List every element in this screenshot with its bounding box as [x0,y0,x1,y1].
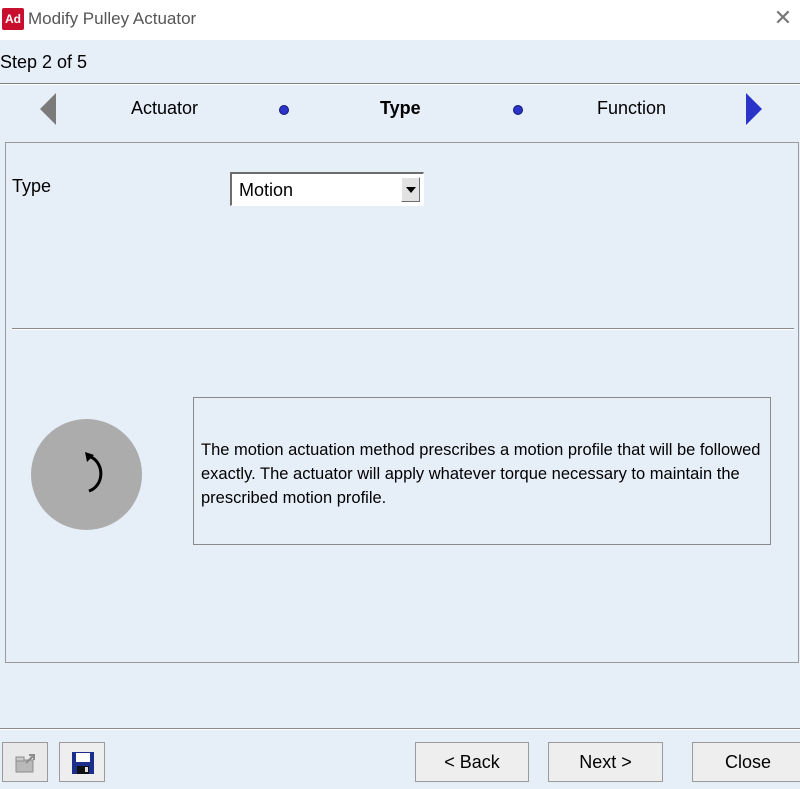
next-step-arrow-icon[interactable] [746,93,762,125]
title-bar: Ad Modify Pulley Actuator ✕ [0,0,800,40]
window-title: Modify Pulley Actuator [28,9,197,28]
export-button[interactable] [2,742,48,782]
description-text: The motion actuation method prescribes a… [201,441,761,507]
save-icon [72,752,94,774]
type-dropdown-value: Motion [239,180,294,200]
description-box: The motion actuation method prescribes a… [193,397,771,545]
divider [0,83,800,85]
type-label: Type [12,176,52,196]
section-divider [12,328,794,330]
previous-step-arrow-icon[interactable] [40,93,56,125]
next-button[interactable]: Next > [548,742,663,782]
app-logo: Ad [2,8,24,30]
export-icon [15,754,35,773]
close-window-icon[interactable]: ✕ [772,7,794,29]
step-actuator[interactable]: Actuator [131,98,198,119]
back-button[interactable]: < Back [415,742,529,782]
step-indicator: Step 2 of 5 [0,52,88,72]
footer-divider [0,728,800,730]
step-type[interactable]: Type [380,98,421,119]
type-dropdown[interactable]: Motion [230,172,424,206]
save-button[interactable] [59,742,105,782]
close-button[interactable]: Close [692,742,800,782]
chevron-down-icon[interactable] [401,177,420,202]
rotation-arrow-icon [31,419,142,530]
step-function[interactable]: Function [597,98,666,119]
step-separator-dot [513,105,523,115]
step-separator-dot [279,105,289,115]
wizard-step-nav: Actuator Type Function [0,86,800,134]
